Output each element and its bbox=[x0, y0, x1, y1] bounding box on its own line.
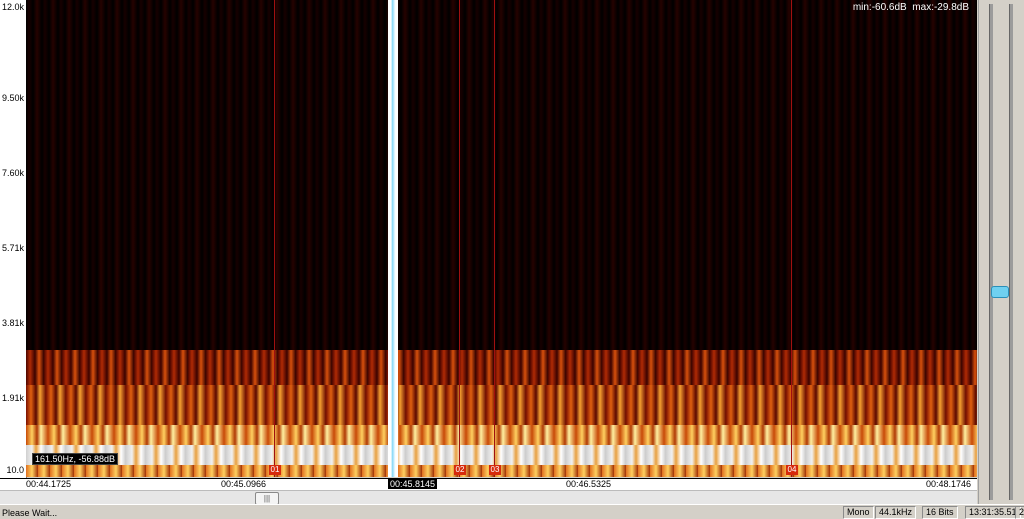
vertical-zoom-track[interactable] bbox=[989, 4, 1009, 500]
marker-flag-03[interactable]: 03 bbox=[489, 465, 501, 475]
time-label: 00:46.5325 bbox=[566, 479, 612, 489]
cursor-readout: 161.50Hz, -56.88dB bbox=[32, 453, 119, 465]
current-time-label: 00:45.8145 bbox=[388, 479, 438, 489]
sample-rate-cell: 44.1kHz bbox=[875, 506, 917, 519]
contrast-track[interactable] bbox=[1009, 4, 1013, 500]
freq-label: 1.91k bbox=[1, 393, 24, 403]
spectrogram-view[interactable]: 01 02 03 04 min:-60.6dB max:-29.8dB 161.… bbox=[26, 0, 977, 477]
marker-flag-02[interactable]: 02 bbox=[454, 465, 466, 475]
status-message: Please Wait... bbox=[2, 508, 58, 518]
energy-band-mid bbox=[26, 385, 977, 425]
marker-line[interactable] bbox=[791, 0, 792, 477]
time-label: 00:44.1725 bbox=[26, 479, 72, 489]
time-label: 00:45.0966 bbox=[221, 479, 267, 489]
frequency-axis: 12.0k 9.50k 7.60k 5.71k 3.81k 1.91k 10.0 bbox=[0, 0, 27, 478]
playhead-cursor[interactable] bbox=[388, 0, 398, 477]
freq-label: 5.71k bbox=[1, 243, 24, 253]
time-cell: 13:31:35.51 bbox=[965, 506, 1021, 519]
vertical-zoom-slider[interactable] bbox=[991, 286, 1009, 298]
time-label: 00:48.1746 bbox=[926, 479, 972, 489]
energy-band-low bbox=[26, 350, 977, 385]
marker-line[interactable] bbox=[459, 0, 460, 477]
marker-line[interactable] bbox=[274, 0, 275, 477]
side-controls bbox=[978, 0, 1024, 504]
marker-flag-04[interactable]: 04 bbox=[786, 465, 798, 475]
freq-label: 10.0 bbox=[6, 465, 24, 475]
noise-band bbox=[26, 0, 977, 350]
energy-band-peak bbox=[26, 445, 977, 465]
db-range-readout: min:-60.6dB max:-29.8dB bbox=[853, 2, 969, 13]
channels-cell: Mono bbox=[843, 506, 874, 519]
bit-depth-cell: 16 Bits bbox=[922, 506, 958, 519]
energy-band-high bbox=[26, 425, 977, 445]
freq-label: 3.81k bbox=[1, 318, 24, 328]
freq-label: 12.0k bbox=[1, 2, 24, 12]
horizontal-scrollbar[interactable]: ||| bbox=[0, 490, 977, 505]
extra-cell: 2 bbox=[1015, 506, 1024, 519]
marker-line[interactable] bbox=[494, 0, 495, 477]
freq-label: 9.50k bbox=[1, 93, 24, 103]
freq-label: 7.60k bbox=[1, 168, 24, 178]
status-bar: Please Wait... Mono 44.1kHz 16 Bits 13:3… bbox=[0, 504, 1024, 519]
min-db-label: min:-60.6dB bbox=[852, 2, 907, 13]
energy-band-base bbox=[26, 465, 977, 477]
max-db-label: max:-29.8dB bbox=[912, 2, 969, 13]
marker-flag-01[interactable]: 01 bbox=[269, 465, 281, 475]
